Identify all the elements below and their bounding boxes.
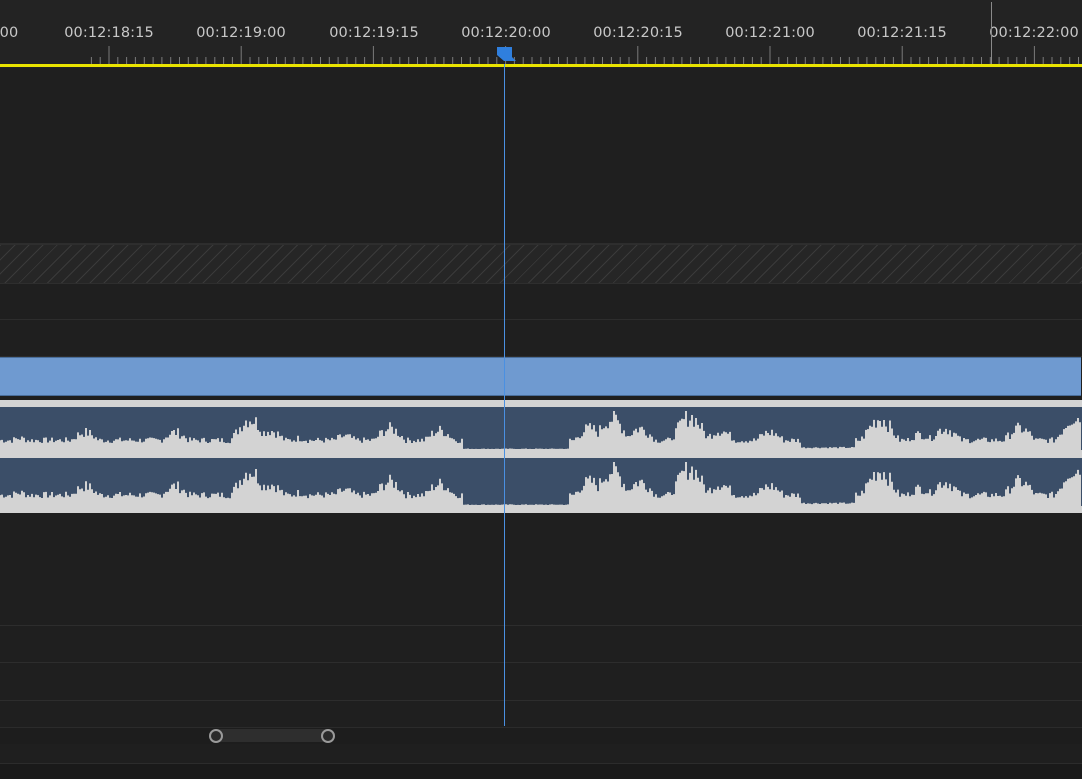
time-ruler[interactable]: 00 00:12:18:15 00:12:19:00 00:12:19:15 0… [0,0,1082,68]
timeline-scrollbar[interactable] [0,727,1082,744]
ruler-timecode: 00:12:22:00 [989,25,1079,41]
ruler-timecode: 00:12:19:15 [329,25,419,41]
track-divider [0,662,1082,663]
audio-channel-1 [0,407,1082,450]
playhead-marker-icon[interactable] [496,46,520,66]
waveform-path [0,411,1081,450]
empty-track-region [0,244,1082,284]
waveform-channel-1 [0,411,1081,450]
ruler-timecode: 00:12:20:00 [461,25,551,41]
work-area-bar[interactable] [0,64,1082,67]
track-divider [0,700,1082,701]
video-clip[interactable] [0,357,1081,396]
waveform-path [0,462,1081,506]
track-divider [0,625,1082,626]
waveform-channel-2 [0,462,1081,506]
audio-channel-2 [0,458,1082,506]
audio-clip[interactable] [0,400,1082,513]
ruler-timecode: 00:12:19:00 [196,25,286,41]
timeline-footer [0,763,1082,779]
ruler-timecode: 00 [0,25,19,41]
ruler-timecode: 00:12:18:15 [64,25,154,41]
scroll-handle-circle-icon[interactable] [321,729,335,743]
scrollbar-thumb[interactable] [214,729,334,742]
ruler-timecode: 00:12:20:15 [593,25,683,41]
out-point-marker[interactable] [991,2,992,64]
ruler-timecode: 00:12:21:00 [725,25,815,41]
ruler-timecode: 00:12:21:15 [857,25,947,41]
playhead-line[interactable] [504,64,505,726]
track-divider [0,319,1082,320]
scroll-handle-circle-icon[interactable] [209,729,223,743]
